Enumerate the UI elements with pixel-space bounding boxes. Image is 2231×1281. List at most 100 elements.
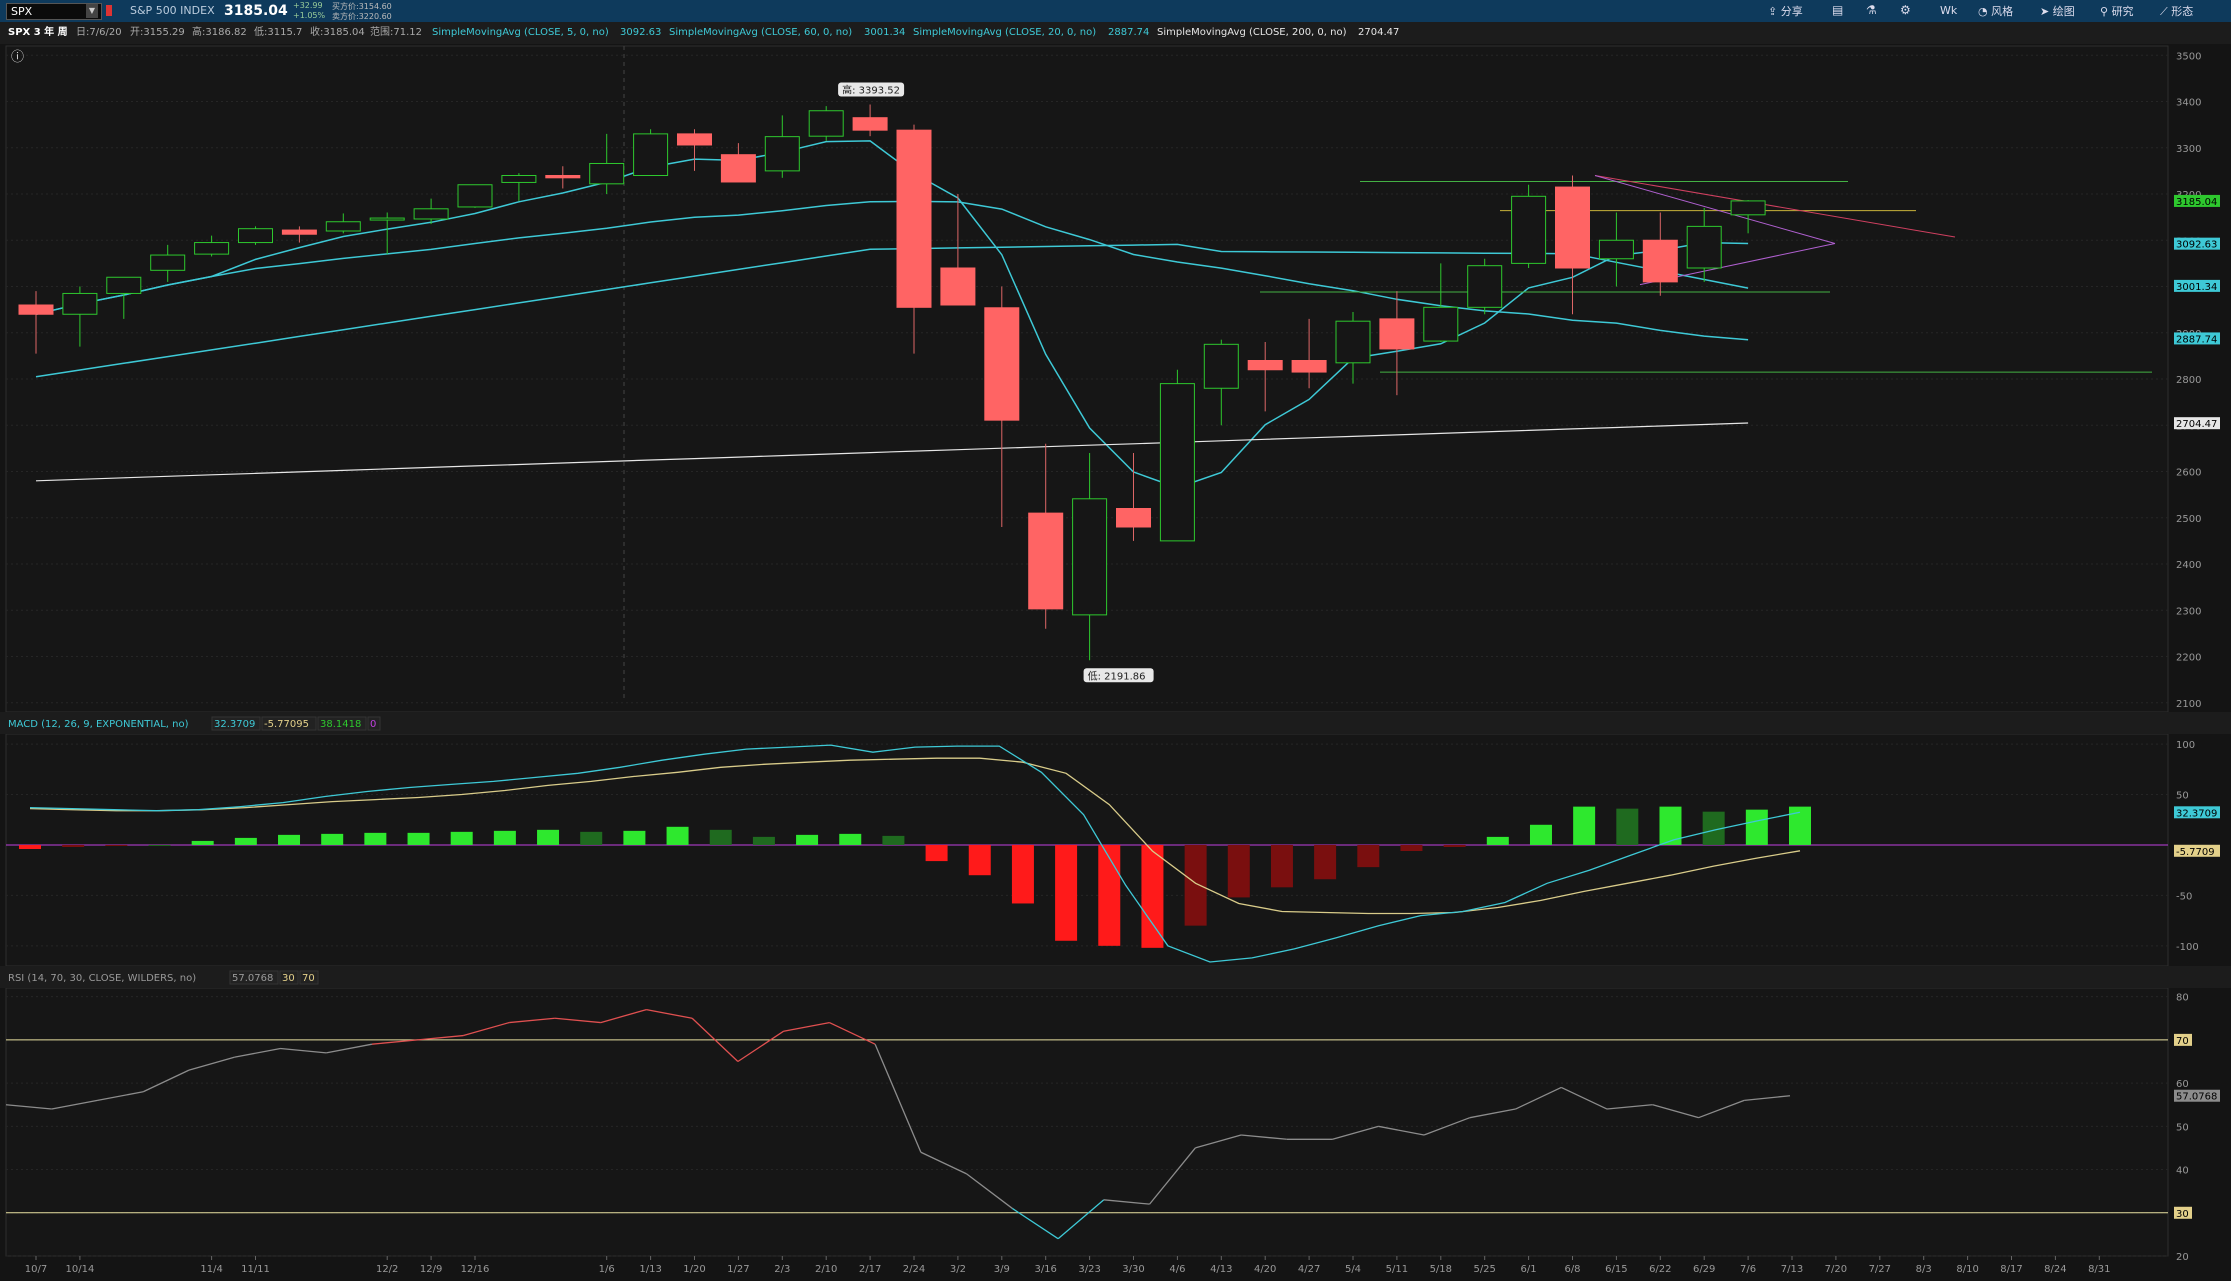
candle-body-3/2 [940, 267, 976, 306]
time-tick-label: 3/2 [950, 1264, 966, 1275]
candle-body-1/27 [720, 154, 756, 183]
candle-body-3/30 [1116, 508, 1151, 528]
candle-body-11/25 [325, 221, 361, 232]
time-tick-label: 8/24 [2044, 1264, 2066, 1275]
time-tick-label: 4/6 [1169, 1264, 1185, 1275]
time-tick-label: 12/16 [461, 1264, 490, 1275]
time-tick-label: 2/17 [859, 1264, 881, 1275]
time-tick-label: 1/13 [639, 1264, 661, 1275]
macd-avg: -5.77095 [264, 719, 309, 730]
time-tick-label: 12/9 [420, 1264, 442, 1275]
rsi-value: 57.0768 [232, 973, 273, 984]
rsi-os-label: 30 [282, 973, 295, 984]
macd-histogram-bar [1184, 844, 1207, 926]
macd-tick-label: -50 [2176, 891, 2192, 902]
macd-histogram-bar [1011, 844, 1034, 904]
candle-body-10/21 [106, 276, 142, 294]
chart-panel-3 [5, 987, 2169, 1257]
price-tick-label: 2800 [2176, 375, 2201, 386]
macd-value-badge-text: 32.3709 [2176, 808, 2217, 819]
candle-body-2/17 [852, 117, 888, 131]
price-tick-label: 2500 [2176, 514, 2201, 525]
time-tick-label: 5/25 [1473, 1264, 1495, 1275]
time-tick-label: 6/1 [1521, 1264, 1537, 1275]
candle-body-5/4 [1335, 320, 1371, 364]
price-tick-label: 2100 [2176, 699, 2201, 710]
time-tick-label: 8/31 [2088, 1264, 2110, 1275]
macd-histogram-bar [1270, 844, 1293, 888]
candle-body-6/29 [1686, 225, 1722, 269]
chart-canvas[interactable]: 3500340033003200310030002900280027002600… [0, 0, 2231, 1281]
chart-panel-2 [5, 733, 2169, 967]
macd-histogram-bar [364, 832, 387, 845]
time-tick-label: 1/20 [683, 1264, 705, 1275]
macd-tick-label: 100 [2176, 740, 2195, 751]
macd-histogram-bar [1400, 844, 1423, 852]
rsi-tick-label: 40 [2176, 1166, 2189, 1177]
info-icon[interactable]: ⓘ [11, 50, 24, 65]
candle-body-2/10 [808, 110, 844, 137]
candle-body-3/16 [1028, 512, 1064, 610]
macd-tick-label: 50 [2176, 791, 2189, 802]
time-tick-label: 2/10 [815, 1264, 837, 1275]
time-tick-label: 10/14 [65, 1264, 94, 1275]
macd-histogram-bar [752, 836, 775, 845]
rsi-ob-label: 70 [302, 973, 315, 984]
candle-body-12/2 [369, 217, 405, 221]
time-tick-label: 2/3 [774, 1264, 790, 1275]
macd-tick-label: -100 [2176, 942, 2199, 953]
price-badge-text-ma200: 2704.47 [2176, 419, 2217, 430]
macd-histogram-bar [1529, 824, 1552, 845]
macd-histogram-bar [537, 829, 560, 845]
price-badge-text-ma20: 2887.74 [2176, 334, 2217, 345]
macd-zero: 0 [370, 719, 376, 730]
candle-body-4/13 [1203, 343, 1239, 389]
candle-body-11/4 [194, 242, 230, 255]
macd-histogram-bar [493, 830, 516, 845]
candle-body-12/9 [413, 208, 449, 220]
candle-body-3/9 [984, 307, 1020, 421]
macd-histogram-bar [623, 830, 646, 845]
macd-histogram-bar [925, 844, 948, 862]
macd-histogram-bar [968, 844, 991, 876]
candle-body-1/6 [589, 162, 625, 185]
macd-avg-badge-text: -5.7709 [2176, 847, 2215, 858]
candle-body-2/3 [764, 136, 800, 172]
price-axis: 3500340033003200310030002900280027002600… [2174, 51, 2220, 710]
rsi-tick-label: 50 [2176, 1122, 2189, 1133]
macd-value: 32.3709 [214, 719, 255, 730]
rsi-value-badge-text: 57.0768 [2176, 1092, 2217, 1103]
candle-body-4/27 [1291, 360, 1327, 373]
macd-histogram-bar [580, 831, 603, 845]
macd-histogram-bar [278, 834, 301, 845]
candle-body-7/6 [1730, 200, 1766, 216]
macd-histogram-bar [1486, 836, 1509, 845]
macd-histogram-bar [234, 837, 257, 845]
candle-body-4/6 [1159, 383, 1195, 542]
candle-body-11/11 [238, 228, 273, 244]
rsi-ob-badge-text: 70 [2176, 1036, 2189, 1047]
candle-body-3/23 [1072, 498, 1108, 616]
macd-histogram-bar [1314, 844, 1337, 880]
time-tick-label: 6/8 [1564, 1264, 1580, 1275]
candle-body-1/20 [677, 133, 712, 146]
time-tick-label: 7/27 [1869, 1264, 1891, 1275]
macd-histogram-bar [1573, 806, 1596, 845]
macd-histogram-bar [1227, 844, 1250, 898]
macd-histogram-bar [1616, 808, 1639, 845]
time-tick-label: 6/29 [1693, 1264, 1715, 1275]
macd-histogram-bar [321, 833, 344, 845]
time-tick-label: 3/9 [994, 1264, 1010, 1275]
time-tick-label: 7/20 [1825, 1264, 1847, 1275]
macd-histogram-bar [709, 829, 732, 845]
price-badge-text-ma5: 3092.63 [2176, 240, 2217, 251]
macd-diff: 38.1418 [320, 719, 361, 730]
candle-body-5/18 [1423, 306, 1459, 342]
time-tick-label: 1/27 [727, 1264, 749, 1275]
candle-body-2/24 [896, 129, 932, 308]
price-tick-label: 2400 [2176, 560, 2201, 571]
macd-histogram-bar [666, 826, 689, 845]
time-tick-label: 6/22 [1649, 1264, 1671, 1275]
low-marker-label: 低: 2191.86 [1088, 669, 1146, 682]
candle-body-6/1 [1511, 195, 1547, 264]
